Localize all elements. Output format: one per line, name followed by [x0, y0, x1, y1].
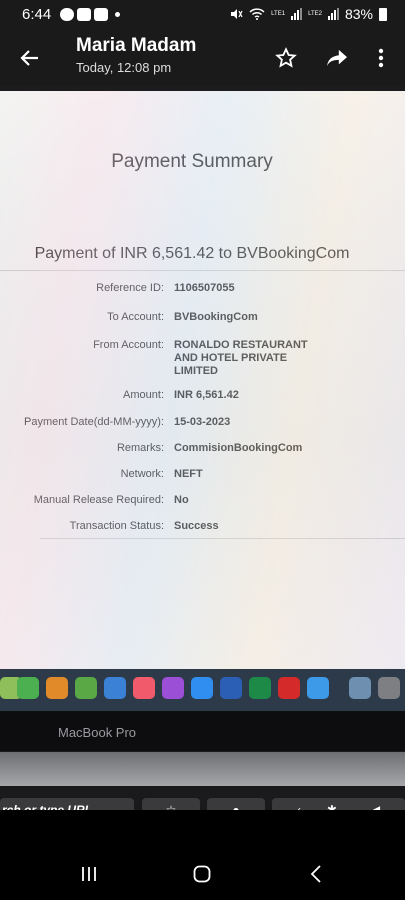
forward-icon [327, 49, 347, 67]
back-arrow-icon [20, 50, 38, 66]
youtube-icon [77, 8, 91, 21]
touchbar-star-icon: ☆ [142, 798, 200, 810]
row-label: Manual Release Required: [33, 494, 164, 506]
notification-icons [60, 8, 120, 21]
chevron-left-icon: ‹ [296, 803, 301, 810]
row-value: 1106507055 [174, 282, 235, 294]
word-icon [220, 677, 242, 699]
mute-icon [231, 9, 243, 19]
signal-icon [291, 8, 303, 20]
timestamp: Today, 12:08 pm [76, 60, 172, 75]
home-icon [193, 865, 211, 883]
acrobat-icon [278, 677, 300, 699]
divider [0, 270, 405, 271]
row-label: Payment Date(dd-MM-yyyy): [24, 416, 164, 428]
status-time: 6:44 [22, 6, 52, 23]
dot-icon [115, 12, 120, 17]
touchbar-url-field: rch or type URL [0, 798, 134, 810]
row-label: Remarks: [116, 442, 164, 454]
battery-percent: 83% [344, 6, 373, 22]
macbook-label: MacBook Pro [58, 725, 137, 740]
row-label: Transaction Status: [69, 520, 164, 532]
recents-button[interactable] [69, 862, 109, 886]
star-icon [275, 47, 297, 68]
status-bar: 6:44 LTE1 LTE2 83% [0, 0, 405, 30]
excel-icon [249, 677, 271, 699]
lte2-label: LTE2 [308, 11, 322, 17]
row-value: 15-03-2023 [174, 416, 231, 428]
settings-icon [378, 677, 400, 699]
signal-icon [327, 8, 339, 20]
laptop-screen: Payment Summary Payment of INR 6,561.42 … [0, 91, 405, 669]
message-icon [60, 8, 74, 21]
row-label: To Account: [107, 311, 164, 323]
status-right: LTE1 LTE2 83% [229, 6, 387, 22]
more-options-button[interactable] [365, 42, 397, 74]
touchbar-controls: ‹ ✱ ◀ [272, 798, 405, 810]
row-value: INR 6,561.42 [174, 389, 239, 401]
music-icon [133, 677, 155, 699]
payment-summary-title: Payment Summary [111, 151, 273, 172]
touch-bar: rch or type URL ☆ ● ‹ ✱ ◀ [0, 786, 405, 810]
wifi-icon [249, 8, 265, 20]
row-value: Success [174, 520, 219, 532]
podcasts-icon [162, 677, 184, 699]
recents-icon [82, 867, 96, 881]
numbers-icon [75, 677, 97, 699]
row-value: No [174, 494, 189, 506]
youtube-icon [94, 8, 108, 21]
divider [40, 538, 405, 539]
star-button[interactable] [270, 42, 302, 74]
photo-viewer[interactable]: Payment Summary Payment of INR 6,561.42 … [0, 86, 405, 810]
battery-icon [379, 7, 387, 21]
back-chevron-icon [310, 865, 321, 883]
touchbar-info-icon: ● [207, 798, 265, 810]
more-vert-icon [378, 48, 384, 68]
facetime-icon [17, 677, 39, 699]
sender-name: Maria Madam [76, 35, 197, 56]
row-value: CommisionBookingCom [174, 442, 303, 454]
row-value: RONALDO RESTAURANT AND HOTEL PRIVATE LIM… [174, 339, 308, 377]
brightness-icon: ✱ [326, 803, 337, 810]
volume-icon: ◀ [370, 803, 381, 810]
app-bar: Maria Madam Today, 12:08 pm [0, 30, 405, 86]
navigation-bar [0, 810, 405, 900]
keynote-icon [104, 677, 126, 699]
row-value: NEFT [174, 468, 203, 480]
mac-dock [0, 669, 405, 711]
app-store-icon [191, 677, 213, 699]
home-button[interactable] [182, 862, 222, 886]
row-label: Reference ID: [96, 282, 164, 294]
back-nav-button[interactable] [296, 862, 336, 886]
row-value: BVBookingCom [174, 311, 258, 323]
row-label: From Account: [93, 339, 164, 351]
safari-icon [307, 677, 329, 699]
pages-icon [46, 677, 68, 699]
back-button[interactable] [14, 42, 46, 74]
share-button[interactable] [321, 42, 353, 74]
row-label: Network: [120, 468, 164, 480]
lte1-label: LTE1 [271, 11, 286, 17]
row-label: Amount: [123, 389, 164, 401]
payment-line: Payment of INR 6,561.42 to BVBookingCom [34, 245, 350, 262]
laptop-hinge [0, 752, 405, 786]
finder-icon [349, 677, 371, 699]
